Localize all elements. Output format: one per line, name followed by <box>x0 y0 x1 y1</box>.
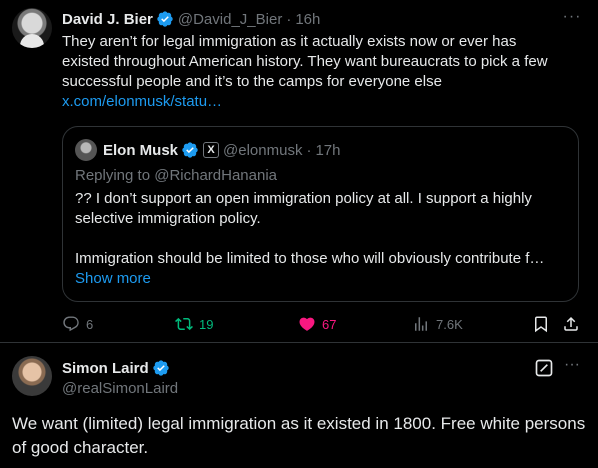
quoted-paragraph: ?? I don’t support an open immigration p… <box>75 190 532 227</box>
verified-badge-icon <box>182 142 198 158</box>
author-name[interactable]: Simon Laird <box>62 360 149 377</box>
author-name[interactable]: David J. Bier <box>62 11 153 28</box>
show-more-link[interactable]: Show more <box>75 270 151 287</box>
tweet-david-bier[interactable]: David J. Bier @David_J_Bier · 16h ··· Th… <box>0 0 598 343</box>
avatar-elon-musk <box>75 139 97 161</box>
tweet1-text: They aren’t for legal immigration as it … <box>62 32 586 112</box>
quoted-tweet[interactable]: Elon Musk X @elonmusk · 17h Replying to … <box>62 126 579 302</box>
tweet1-text-line: successful people and it’s to the camps … <box>62 73 442 90</box>
bookmark-icon <box>535 316 547 333</box>
tweet-simon-laird[interactable]: Simon Laird @realSimonLaird ··· We want … <box>0 344 598 468</box>
replying-to: Replying to @RichardHanania <box>75 167 278 184</box>
reply-icon <box>63 316 79 332</box>
quoted-author-handle: @elonmusk <box>223 141 303 159</box>
tweet2-header: Simon Laird @realSimonLaird <box>62 358 178 398</box>
tweet1-text-line: existed throughout American history. The… <box>62 53 548 70</box>
quoted-tweet-text: ?? I don’t support an open immigration p… <box>75 189 567 269</box>
retweet-button[interactable]: 19 <box>175 313 213 335</box>
tweet2-text: We want (limited) legal immigration as i… <box>12 414 586 457</box>
retweet-icon <box>175 317 193 331</box>
share-icon <box>564 316 578 331</box>
quoted-paragraph: Immigration should be limited to those w… <box>75 250 545 267</box>
heart-icon <box>299 317 315 331</box>
separator-dot: · <box>306 141 312 159</box>
quoted-tweet-header: Elon Musk X @elonmusk · 17h <box>75 139 340 161</box>
share-button[interactable] <box>562 313 586 335</box>
author-handle[interactable]: @David_J_Bier <box>178 11 282 28</box>
tweet1-link[interactable]: x.com/elonmusk/statu… <box>62 92 586 112</box>
analytics-icon <box>415 317 427 331</box>
avatar-simon-laird[interactable] <box>12 356 52 396</box>
bookmark-button[interactable] <box>532 313 556 335</box>
tweet1-text-line: They aren’t for legal immigration as it … <box>62 33 517 50</box>
tweet-time[interactable]: 16h <box>295 11 320 28</box>
separator-dot: · <box>286 10 292 28</box>
quoted-author-name: Elon Musk <box>103 141 179 159</box>
verified-badge-icon <box>153 360 169 376</box>
verified-badge-icon <box>157 11 173 27</box>
grok-icon[interactable] <box>534 358 554 378</box>
retweet-count: 19 <box>199 316 214 332</box>
avatar-david-bier[interactable] <box>12 8 52 48</box>
tweet1-header: David J. Bier @David_J_Bier · 16h <box>62 8 586 30</box>
tweet1-body: David J. Bier @David_J_Bier · 16h ··· Th… <box>62 8 586 112</box>
reply-button[interactable]: 6 <box>62 313 93 335</box>
quoted-tweet-time: 17h <box>315 141 341 159</box>
tweet2-name-row: Simon Laird <box>62 358 178 378</box>
author-handle[interactable]: @realSimonLaird <box>62 380 178 397</box>
reply-count: 6 <box>86 316 94 332</box>
like-button[interactable]: 67 <box>298 313 336 335</box>
tweet-action-bar: 6 19 67 7.6K <box>62 313 582 335</box>
more-options-button[interactable]: ··· <box>558 356 586 376</box>
view-count: 7.6K <box>436 316 463 332</box>
like-count: 67 <box>322 316 337 332</box>
more-options-button[interactable]: ··· <box>558 8 586 30</box>
x-affiliate-badge-icon: X <box>203 142 220 158</box>
views-button[interactable]: 7.6K <box>412 313 463 335</box>
